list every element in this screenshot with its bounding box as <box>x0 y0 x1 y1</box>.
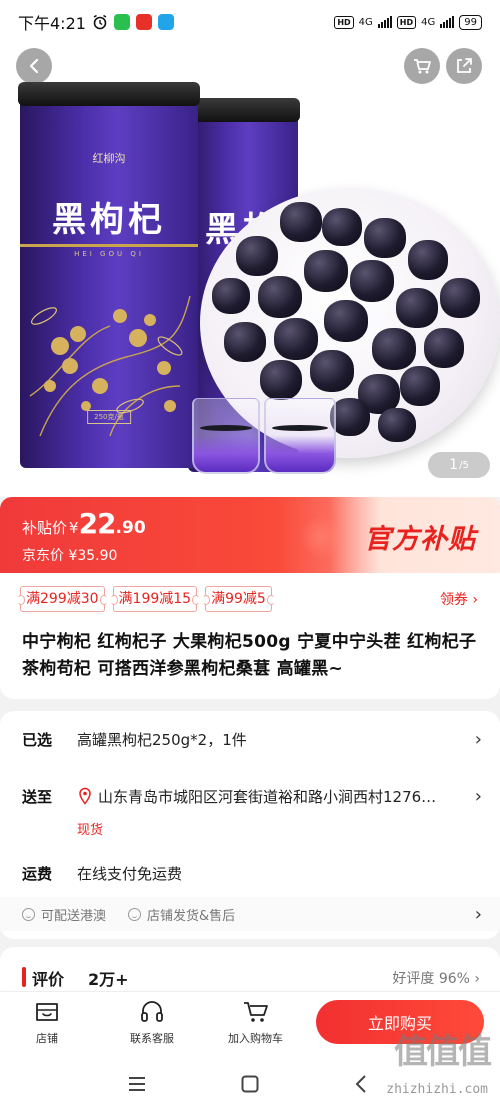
cart-button[interactable] <box>404 48 440 84</box>
coupon-tag[interactable]: 满99减5 <box>202 586 275 612</box>
menu-button[interactable] <box>124 1071 150 1097</box>
image-page-indicator: 1/5 <box>428 452 490 478</box>
selected-label: 已选 <box>22 730 53 749</box>
shop-icon <box>36 1003 58 1021</box>
current-page: 1 <box>449 457 459 473</box>
service-item: 可配送港澳 <box>22 905 106 924</box>
review-title: 评价 <box>32 970 65 989</box>
shop-button[interactable]: 店铺 <box>34 1000 60 1046</box>
ship-to-address: 山东青岛市城阳区河套街道裕和路小涧西村1276… <box>98 787 437 806</box>
section-accent-bar <box>22 967 26 987</box>
back-arrow-icon <box>355 1075 366 1093</box>
positive-rate[interactable]: 好评度 96% › <box>392 968 480 988</box>
stock-status: 现货 <box>77 823 104 838</box>
cart-icon <box>414 59 431 74</box>
home-square-icon <box>241 1075 259 1093</box>
can-gold-band <box>20 244 198 247</box>
subsidy-price-label: 补贴价 <box>22 519 68 537</box>
chevron-right-icon: › <box>474 903 482 925</box>
coupon-list[interactable]: 满299减30 满199减15 满99减5 <box>17 586 275 612</box>
total-pages: /5 <box>459 459 469 471</box>
tea-cup-right <box>264 398 336 474</box>
network-type-2: 4G <box>421 16 436 28</box>
freight-value: 在线支付免运费 <box>77 864 183 883</box>
back-button[interactable] <box>16 48 52 84</box>
share-icon <box>457 58 472 73</box>
spec-card: 已选 高罐黑枸杞250g*2，1件 › 送至 山东青岛市城阳区河套街道裕和路小涧… <box>0 711 500 939</box>
status-bar: 下午4:21 HD 4G HD 4G 99 <box>0 0 500 44</box>
product-title: 中宁枸杞 红枸杞子 大果枸杞500g 宁夏中宁头茬 红枸杞子茶枸苟杞 可搭西洋参… <box>22 632 477 679</box>
selected-spec-row[interactable]: 已选 高罐黑枸杞250g*2，1件 › <box>22 727 482 751</box>
can-brand: 红柳沟 <box>92 152 126 165</box>
can-lid <box>18 82 200 106</box>
product-can-front: 红柳沟 黑枸杞 HEI GOU QI 250克/瓶 <box>18 82 200 468</box>
customer-service-label: 联系客服 <box>130 1032 174 1045</box>
customer-service-button[interactable]: 联系客服 <box>130 1000 174 1046</box>
cart-icon <box>243 1002 268 1022</box>
hd-badge-2: HD <box>396 15 417 29</box>
selected-value: 高罐黑枸杞250g*2，1件 <box>77 730 247 749</box>
product-info-card: 满299减30 满199减15 满99减5 领券 › 中宁枸杞 红枸杞子 大果枸… <box>0 573 500 699</box>
hd-badge: HD <box>334 15 354 29</box>
service-guarantee-bar[interactable]: 可配送港澳 店铺发货&售后 › <box>0 897 500 931</box>
can-lid <box>186 98 300 122</box>
app-notification-icon-2 <box>157 14 174 30</box>
freight-row: 运费 在线支付免运费 <box>22 861 482 885</box>
chevron-left-icon <box>29 58 39 74</box>
headset-icon <box>141 1001 163 1022</box>
can-weight-label: 250克/瓶 <box>87 410 131 424</box>
ship-to-row[interactable]: 送至 山东青岛市城阳区河套街道裕和路小涧西村1276… › <box>22 784 482 808</box>
jd-price-value: ¥35.90 <box>68 548 118 564</box>
alarm-icon <box>93 14 107 30</box>
price-integer: 22 <box>78 507 117 540</box>
tea-cup-left <box>192 398 260 474</box>
service-label: 可配送港澳 <box>41 908 107 924</box>
freight-label: 运费 <box>22 864 53 883</box>
ship-to-label: 送至 <box>22 787 53 806</box>
shop-label: 店铺 <box>36 1032 58 1045</box>
collect-coupon-link[interactable]: 领券 › <box>440 589 478 609</box>
network-type: 4G <box>358 16 373 28</box>
wechat-icon <box>113 14 130 30</box>
coupon-tag[interactable]: 满199减15 <box>109 586 200 612</box>
service-label: 店铺发货&售后 <box>147 908 236 924</box>
smile-icon <box>22 907 35 921</box>
battery-indicator: 99 <box>459 14 482 30</box>
add-to-cart-label: 加入购物车 <box>228 1032 283 1045</box>
signal-icon-2 <box>440 16 455 28</box>
app-notification-icon <box>135 14 152 30</box>
can-subtitle: HEI GOU QI <box>74 250 144 258</box>
coupon-tag[interactable]: 满299减30 <box>17 586 108 612</box>
service-item: 店铺发货&售后 <box>128 905 235 924</box>
official-subsidy-label: 官方补贴 <box>364 524 476 555</box>
add-to-cart-button[interactable]: 加入购物车 <box>228 1000 283 1046</box>
jd-price-label: 京东价 <box>22 548 64 564</box>
share-button[interactable] <box>446 48 482 84</box>
can-title: 黑枸杞 <box>52 200 166 240</box>
official-subsidy-panel: 官方补贴 <box>330 497 500 573</box>
price-banner: 官方补贴 补贴价 ¥ 22 .90 京东价 ¥35.90 <box>0 497 500 573</box>
home-button[interactable] <box>237 1071 263 1097</box>
chevron-right-icon: › <box>474 728 482 750</box>
currency-symbol: ¥ <box>69 519 79 537</box>
menu-icon <box>129 1077 145 1091</box>
watermark-logo: 值值值 <box>394 1032 492 1072</box>
location-pin-icon <box>79 787 91 805</box>
review-count: 2万+ <box>88 970 129 989</box>
watermark-url: zhizhizhi.com <box>386 1082 488 1097</box>
price-decimal: .90 <box>115 518 146 538</box>
signal-icon <box>377 16 392 28</box>
smile-icon <box>128 907 142 921</box>
chevron-right-icon: › <box>474 785 482 807</box>
status-time: 下午4:21 <box>18 14 86 33</box>
back-nav-button[interactable] <box>348 1071 374 1097</box>
